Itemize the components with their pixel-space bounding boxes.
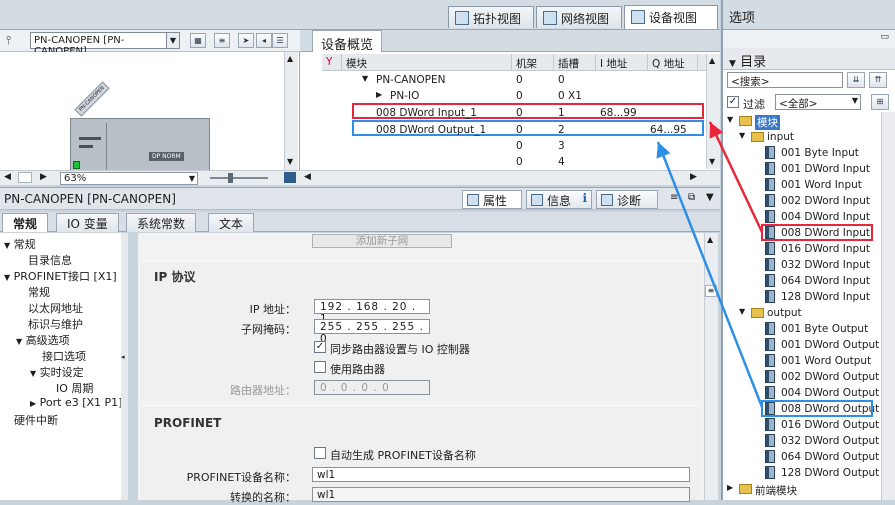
arrow-input bbox=[708, 121, 764, 233]
arrow-output bbox=[656, 141, 764, 408]
annotation-arrows bbox=[656, 121, 764, 408]
